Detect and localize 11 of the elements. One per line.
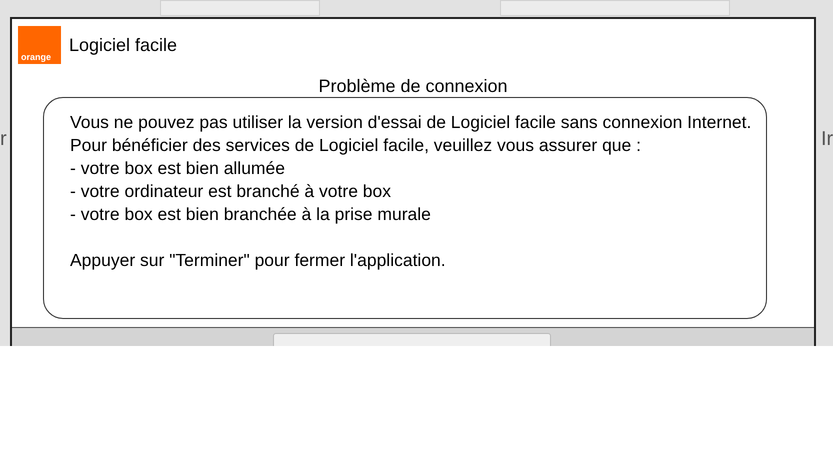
message-line: Appuyer sur "Terminer" pour fermer l'application.	[70, 249, 446, 272]
message-line: Vous ne pouvez pas utiliser la version d'essai de Logiciel facile sans connexion Internet.	[70, 111, 752, 134]
message-line: - votre box est bien allumée	[70, 157, 285, 180]
logo: orange	[18, 26, 61, 64]
background-text: r	[0, 127, 7, 152]
message-line: - votre box est bien branchée à la prise murale	[70, 203, 431, 226]
background-text: Ir	[821, 127, 833, 152]
message-line: Pour bénéficier des services de Logiciel facile, veuillez vous assurer que :	[70, 134, 641, 157]
dialog-heading: Problème de connexion	[318, 77, 508, 95]
window-title: Logiciel facile	[69, 34, 178, 57]
message-line: - votre ordinateur est branché à votre box	[70, 180, 392, 203]
